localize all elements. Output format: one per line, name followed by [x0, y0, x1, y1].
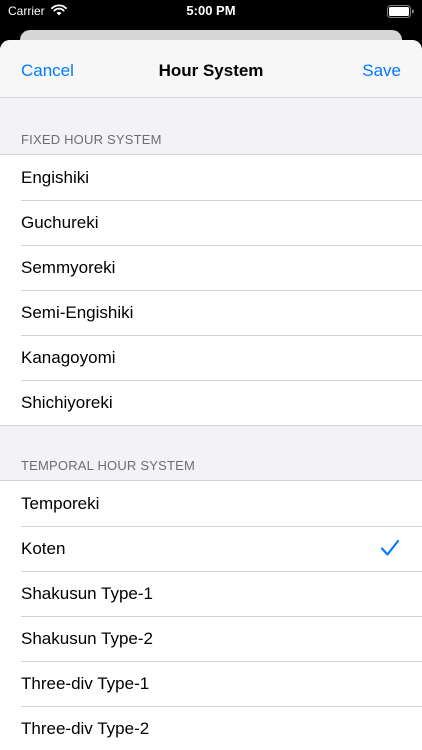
list-item[interactable]: Semmyoreki: [0, 245, 422, 290]
cancel-button[interactable]: Cancel: [21, 61, 74, 81]
status-bar: Carrier 5:00 PM: [0, 0, 422, 24]
list-item-label: Semmyoreki: [21, 257, 116, 277]
navigation-bar: Cancel Hour System Save: [0, 40, 422, 98]
save-button[interactable]: Save: [362, 61, 401, 81]
list-item[interactable]: Three-div Type-1: [0, 661, 422, 706]
list-item-label: Koten: [21, 538, 66, 558]
list-item[interactable]: Temporeki: [0, 481, 422, 526]
list-item[interactable]: Kanagoyomi: [0, 335, 422, 380]
list-item[interactable]: Shakusun Type-1: [0, 571, 422, 616]
list-item-label: Shakusun Type-2: [21, 628, 153, 648]
list-item[interactable]: Three-div Type-2: [0, 706, 422, 750]
list-item[interactable]: Guchureki: [0, 200, 422, 245]
fixed-hour-system-list: Engishiki Guchureki Semmyoreki Semi-Engi…: [0, 154, 422, 426]
list-item[interactable]: Semi-Engishiki: [0, 290, 422, 335]
list-item-label: Shichiyoreki: [21, 392, 113, 412]
list-item-label: Guchureki: [21, 212, 99, 232]
list-item-label: Three-div Type-1: [21, 673, 150, 693]
battery-icon: [387, 5, 414, 18]
list-item[interactable]: Koten: [0, 526, 422, 571]
section-header-temporal: TEMPORAL HOUR SYSTEM: [21, 458, 195, 473]
list-item-label: Shakusun Type-1: [21, 583, 153, 603]
checkmark-icon: [380, 539, 400, 556]
temporal-hour-system-list: Temporeki Koten Shakusun Type-1 Shakusun…: [0, 480, 422, 750]
list-item-label: Three-div Type-2: [21, 718, 150, 738]
list-item-label: Kanagoyomi: [21, 347, 116, 367]
list-item[interactable]: Engishiki: [0, 155, 422, 200]
status-time: 5:00 PM: [186, 3, 236, 18]
list-item-label: Semi-Engishiki: [21, 302, 134, 322]
list-item[interactable]: Shichiyoreki: [0, 380, 422, 425]
list-item-label: Engishiki: [21, 167, 90, 187]
section-header-fixed: FIXED HOUR SYSTEM: [21, 132, 162, 147]
hour-system-sheet: Cancel Hour System Save FIXED HOUR SYSTE…: [0, 40, 422, 750]
list-item-label: Temporeki: [21, 493, 100, 513]
list-item[interactable]: Shakusun Type-2: [0, 616, 422, 661]
